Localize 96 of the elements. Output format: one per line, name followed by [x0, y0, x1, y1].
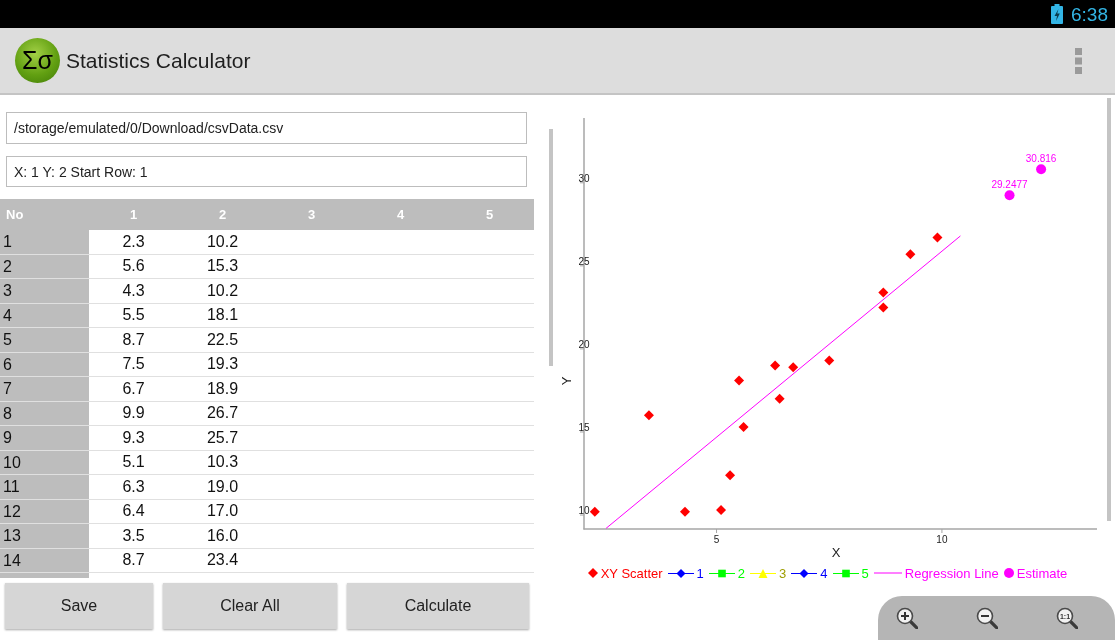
table-value: 7.5 [122, 356, 145, 373]
app-title: Statistics Calculator [66, 47, 251, 74]
data-point [716, 505, 727, 516]
row-number: 4 [0, 303, 89, 327]
y-axis-title: Y [559, 376, 574, 386]
table-value: 10.2 [206, 233, 239, 250]
y-tick-label: 25 [578, 255, 590, 267]
data-point [824, 355, 835, 366]
table-value: 17.0 [206, 503, 239, 520]
table-value: 8.7 [122, 331, 145, 348]
data-point [1004, 190, 1015, 201]
row-number: 13 [0, 524, 89, 548]
column-heading: 2 [218, 205, 227, 224]
table-value: 8.7 [122, 552, 145, 569]
row-number: 10 [0, 450, 89, 474]
row-number: 3 [0, 279, 89, 303]
data-label: 30.816 [1025, 153, 1057, 165]
column-heading: No [6, 205, 24, 224]
zoom-in-icon [896, 607, 918, 629]
zoom-out-icon [976, 607, 998, 629]
data-point [589, 506, 600, 517]
column-settings-field[interactable]: X: 1 Y: 2 Start Row: 1 [6, 156, 527, 187]
data-point [770, 360, 781, 371]
table-value: 6.7 [122, 380, 145, 397]
row-number: 11 [0, 475, 89, 499]
battery-charging-icon [1051, 4, 1063, 24]
x-tick-label: 5 [713, 534, 720, 545]
table-value: 6.4 [122, 503, 145, 520]
table-value: 25.7 [206, 429, 239, 446]
row-number: 8 [0, 401, 89, 425]
x-axis-title: X [831, 545, 841, 560]
table-value: 4.3 [122, 282, 145, 299]
table-value: 22.5 [206, 331, 239, 348]
data-point [774, 393, 785, 404]
app-logo: Σσ [15, 38, 60, 83]
data-point [680, 506, 690, 517]
table-value: 3.5 [122, 527, 145, 544]
action-button[interactable]: Calculate [347, 583, 529, 629]
legend-label: 1 [696, 566, 704, 580]
data-point [643, 410, 654, 421]
data-point [878, 302, 889, 313]
column-heading: 1 [129, 205, 138, 224]
table-value: 19.3 [206, 356, 239, 373]
data-point [1036, 164, 1047, 175]
table-value: 19.0 [206, 478, 239, 495]
table-value: 10.3 [206, 454, 239, 471]
table-value: 5.5 [122, 307, 145, 324]
legend-label: 2 [737, 566, 746, 580]
table-value: 18.1 [206, 307, 239, 324]
legend-label: 5 [861, 566, 869, 580]
column-heading: 3 [307, 205, 316, 224]
data-label: 29.2477 [991, 179, 1028, 191]
table-value: 5.1 [122, 454, 145, 471]
x-tick-label: 10 [936, 534, 948, 545]
column-heading: 5 [485, 205, 494, 224]
table-value: 2.3 [122, 233, 145, 250]
row-number: 7 [0, 377, 89, 401]
row-number: 1 [0, 230, 89, 254]
row-number: 12 [0, 499, 89, 523]
data-point [905, 249, 916, 260]
y-tick-label: 20 [578, 338, 590, 350]
legend-label: Estimate [1016, 566, 1068, 580]
row-number: 5 [0, 328, 89, 352]
table-value: 15.3 [206, 258, 239, 275]
table-value: 10.2 [206, 282, 239, 299]
column-heading: 4 [396, 205, 405, 224]
action-button[interactable]: Save [5, 583, 153, 629]
table-value: 5.6 [122, 258, 145, 275]
table-value: 9.3 [122, 429, 145, 446]
legend-label: XY Scatter [600, 566, 663, 580]
y-tick-label: 10 [578, 505, 590, 517]
legend-label: 3 [779, 566, 787, 580]
data-point [738, 422, 749, 432]
action-button[interactable]: Clear All [163, 583, 337, 629]
legend-label: 4 [820, 566, 828, 580]
table-value: 26.7 [206, 405, 239, 422]
y-tick-label: 30 [578, 172, 590, 184]
file-path-field[interactable]: /storage/emulated/0/Download/csvData.csv [6, 112, 527, 144]
row-number: 2 [0, 254, 89, 278]
data-point [932, 232, 943, 243]
table-value: 9.9 [122, 405, 145, 422]
row-number: 6 [0, 352, 89, 376]
y-tick-label: 15 [578, 422, 590, 433]
clock-time: 6:38 [1071, 4, 1108, 24]
data-point [725, 470, 736, 481]
overflow-menu-icon [1074, 47, 1082, 74]
table-value: 23.4 [206, 552, 239, 569]
row-number: 9 [0, 426, 89, 450]
table-value: 6.3 [122, 478, 145, 495]
data-point [878, 287, 889, 298]
table-value: 16.0 [206, 527, 239, 544]
data-point [734, 375, 745, 386]
row-number: 14 [0, 548, 89, 572]
data-point [788, 362, 799, 373]
legend-label: Regression Line [904, 566, 999, 580]
table-value: 18.9 [206, 380, 239, 397]
